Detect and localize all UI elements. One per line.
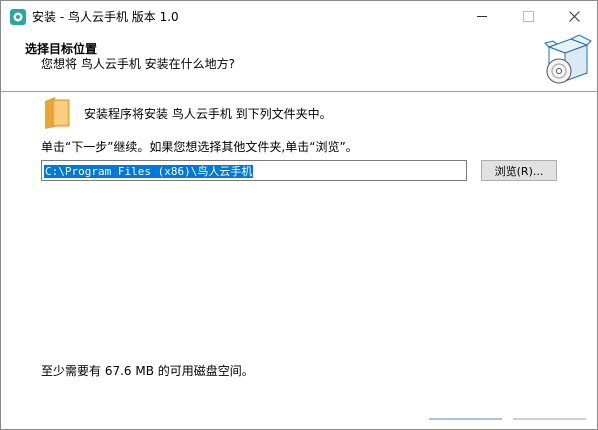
page-subtitle: 您想将 鸟人云手机 安装在什么地方? [41, 57, 235, 71]
browse-button[interactable]: 浏览(R)... [481, 160, 557, 181]
install-box-disc-icon [544, 34, 592, 84]
maximize-icon [522, 10, 534, 22]
minimize-button[interactable] [459, 1, 505, 31]
destination-path-value: C:\Program Files (x86)\鸟人云手机 [44, 165, 254, 178]
folder-icon [45, 97, 70, 129]
minimize-icon [477, 15, 487, 17]
install-info-text: 安装程序将安装 鸟人云手机 到下列文件夹中。 [84, 107, 332, 121]
close-icon [568, 10, 580, 22]
disk-space-text: 至少需要有 67.6 MB 的可用磁盘空间。 [41, 364, 254, 378]
footer-button-edge-cancel[interactable] [513, 418, 586, 420]
close-button[interactable] [551, 1, 597, 31]
app-icon [10, 9, 26, 25]
installer-window: 安装 - 鸟人云手机 版本 1.0 选择目标位置 您想将 鸟人云手机 安装在什么… [0, 0, 598, 430]
destination-path-input[interactable]: C:\Program Files (x86)\鸟人云手机 [41, 160, 467, 181]
wizard-header: 选择目标位置 您想将 鸟人云手机 安装在什么地方? [1, 31, 597, 91]
title-bar: 安装 - 鸟人云手机 版本 1.0 [1, 1, 597, 31]
window-title: 安装 - 鸟人云手机 版本 1.0 [32, 10, 179, 24]
maximize-button[interactable] [505, 1, 551, 31]
footer-button-edge-next[interactable] [429, 418, 502, 420]
instruction-text: 单击“下一步”继续。如果您想选择其他文件夹,单击“浏览”。 [41, 140, 358, 154]
header-divider [1, 91, 597, 92]
